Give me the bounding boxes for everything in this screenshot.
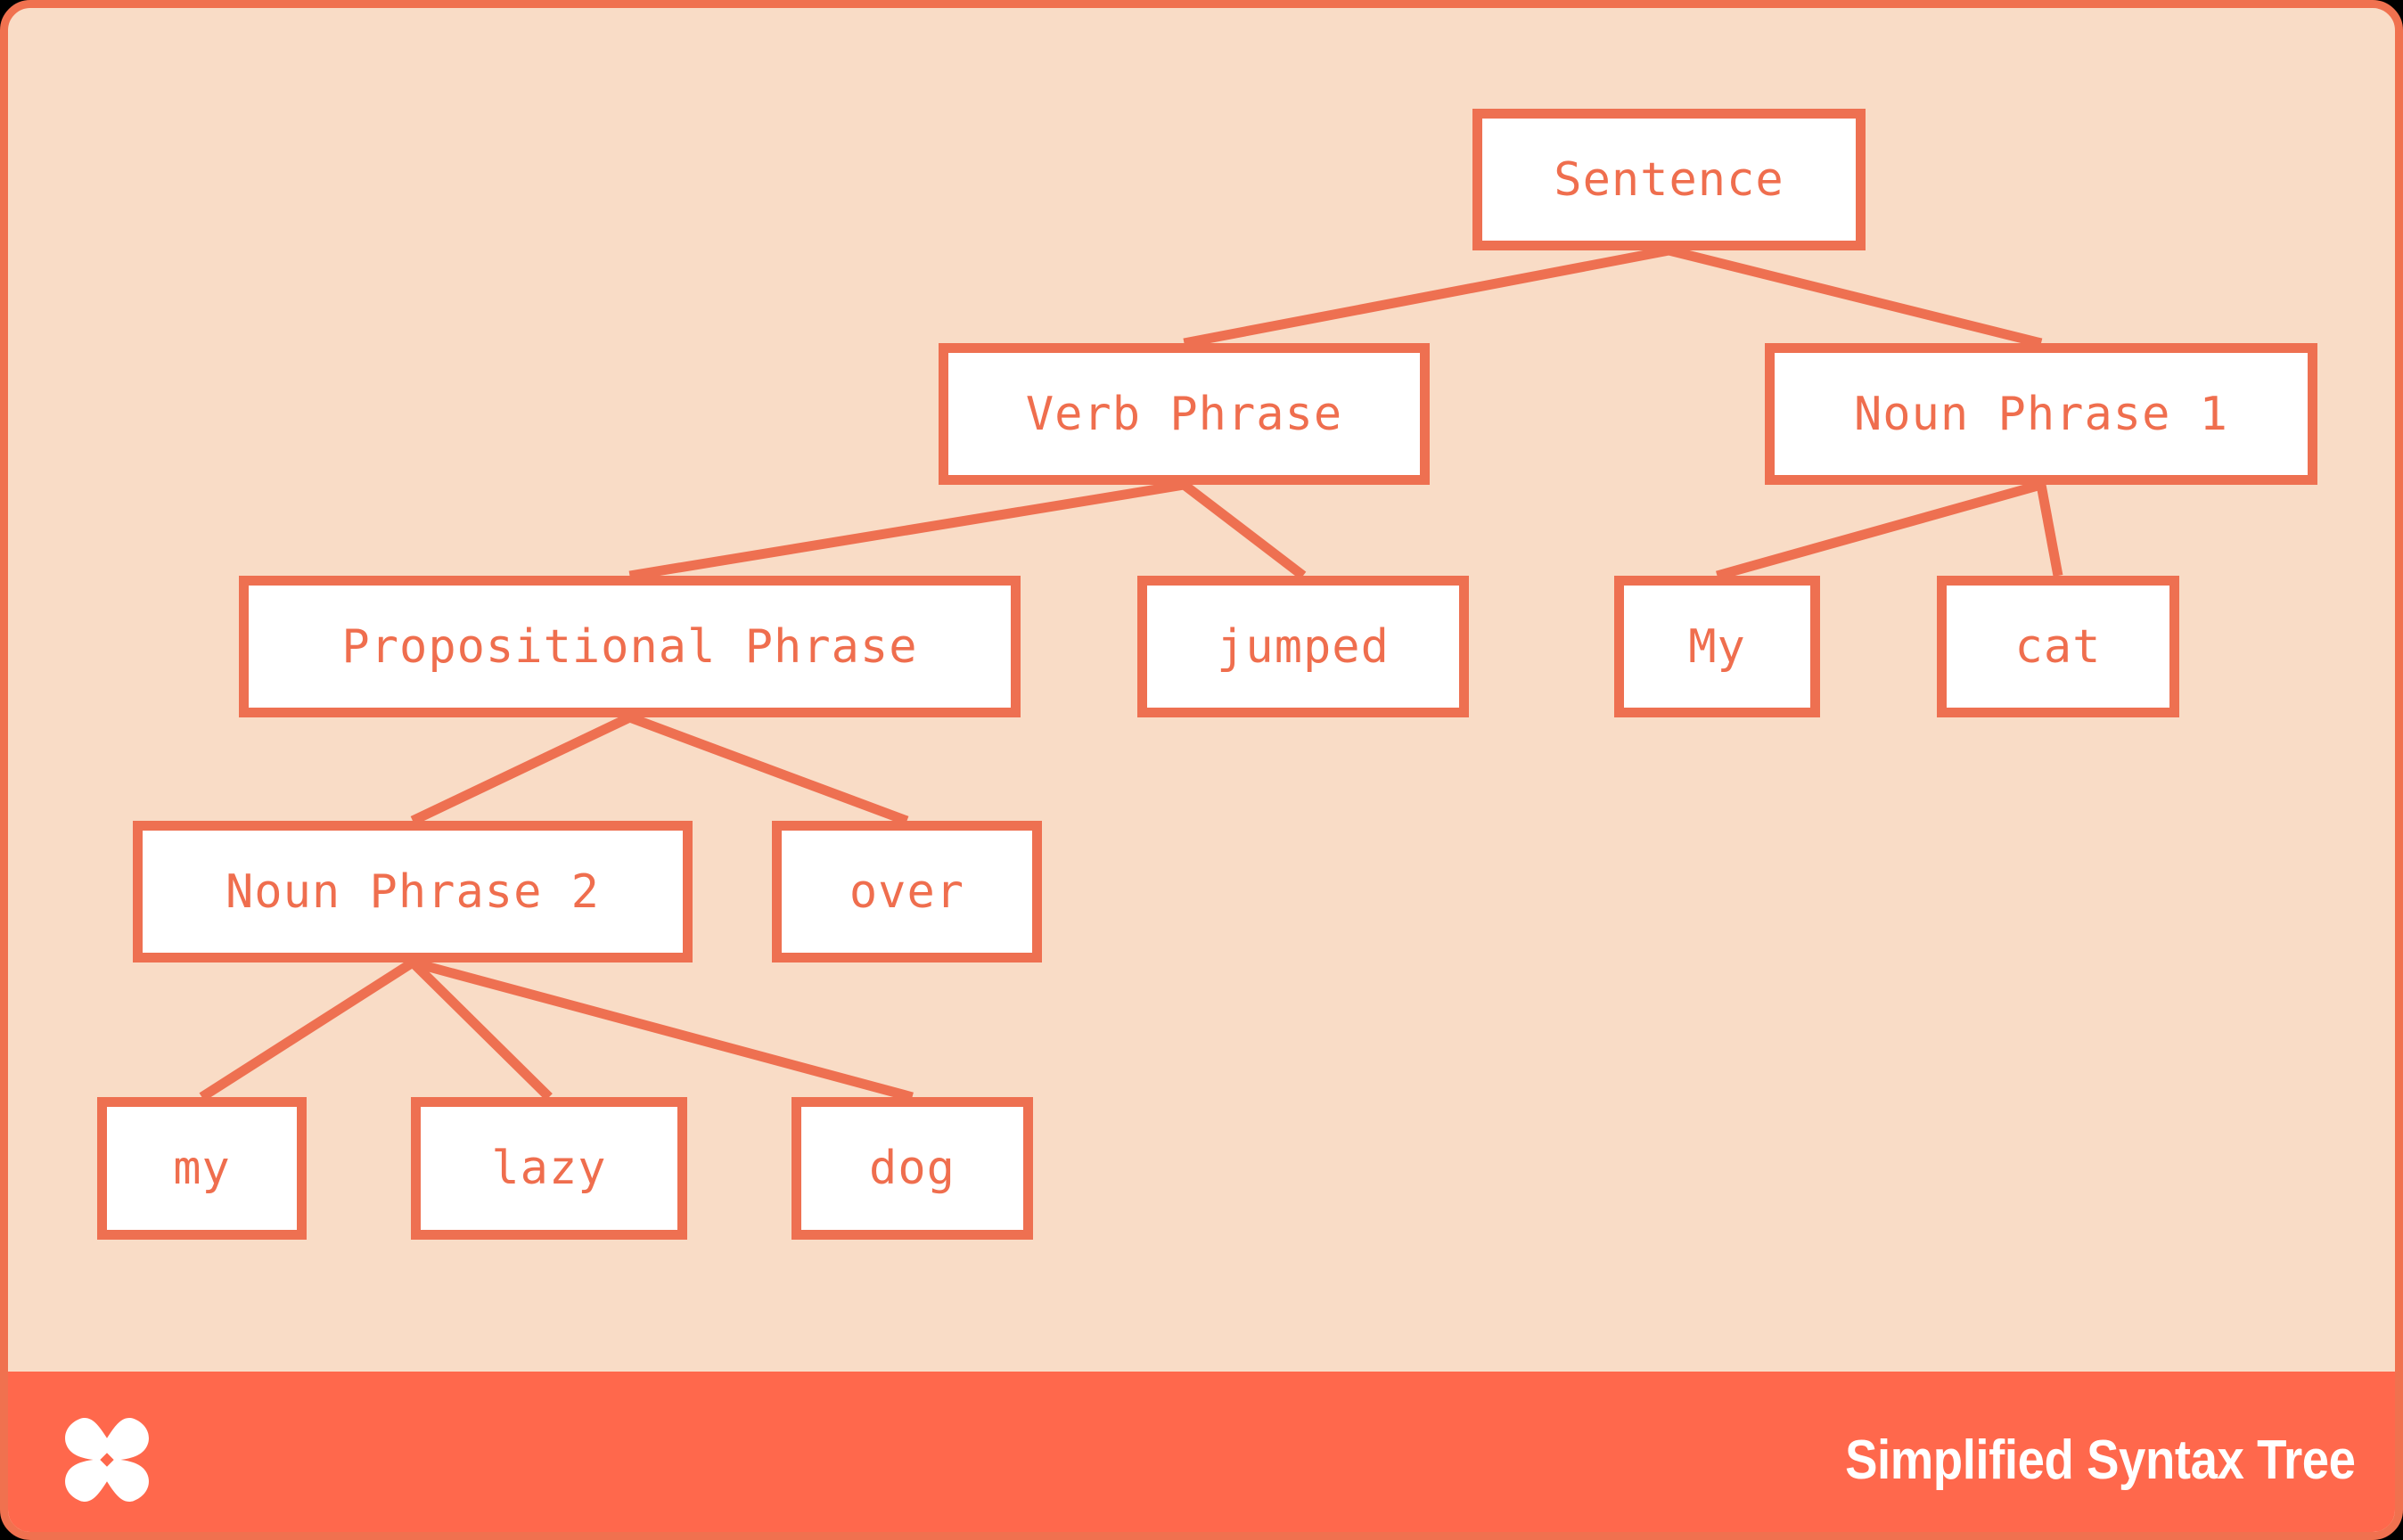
tree-edge — [627, 712, 909, 826]
diagram-card: Sentence Verb Phrase Noun Phrase 1 Proposit… — [0, 0, 2403, 1540]
tree-node-jumped[interactable]: jumped — [1137, 576, 1469, 717]
tree-edge — [628, 479, 1185, 581]
tree-node-my_low[interactable]: my — [97, 1097, 307, 1240]
syntax-tree-diagram: Sentence Verb Phrase Noun Phrase 1 Proposit… — [8, 8, 2395, 1372]
tree-edge — [2036, 483, 2063, 578]
tree-edge — [1716, 479, 2043, 581]
tree-node-label: Noun Phrase 2 — [226, 864, 600, 919]
tree-node-pp[interactable]: Propositional Phrase — [239, 576, 1021, 717]
tree-node-label: dog — [869, 1142, 955, 1195]
tree-edge — [411, 957, 914, 1102]
tree-node-label: cat — [2014, 619, 2102, 674]
tree-node-label: my — [173, 1142, 231, 1195]
tree-edge — [1183, 245, 1670, 348]
tree-node-lazy[interactable]: lazy — [411, 1097, 687, 1240]
tree-edge — [1668, 245, 2043, 348]
tree-node-label: My — [1688, 619, 1746, 674]
tree-node-my_cap[interactable]: My — [1614, 576, 1820, 717]
footer-title: Simplified Syntax Tree — [1845, 1429, 2356, 1491]
tree-edge — [1181, 480, 1307, 580]
tree-edge — [409, 959, 553, 1101]
tree-node-over[interactable]: over — [772, 821, 1042, 962]
tree-node-label: jumped — [1217, 619, 1390, 674]
x-star-logo-icon — [65, 1418, 149, 1502]
tree-node-label: Verb Phrase — [1025, 387, 1343, 441]
tree-node-np1[interactable]: Noun Phrase 1 — [1765, 343, 2317, 485]
tree-node-label: lazy — [491, 1142, 607, 1195]
footer-bar: Simplified Syntax Tree — [8, 1372, 2395, 1532]
tree-node-dog[interactable]: dog — [791, 1097, 1033, 1240]
tree-node-cat[interactable]: cat — [1937, 576, 2179, 717]
tree-node-label: over — [849, 864, 965, 919]
tree-node-vp[interactable]: Verb Phrase — [939, 343, 1430, 485]
tree-node-label: Noun Phrase 1 — [1854, 387, 2228, 441]
tree-edge — [199, 958, 415, 1102]
tree-node-label: Propositional Phrase — [341, 619, 918, 674]
tree-node-sentence[interactable]: Sentence — [1472, 109, 1866, 250]
tree-edge — [410, 713, 632, 825]
tree-node-label: Sentence — [1554, 152, 1784, 207]
tree-node-np2[interactable]: Noun Phrase 2 — [133, 821, 693, 962]
